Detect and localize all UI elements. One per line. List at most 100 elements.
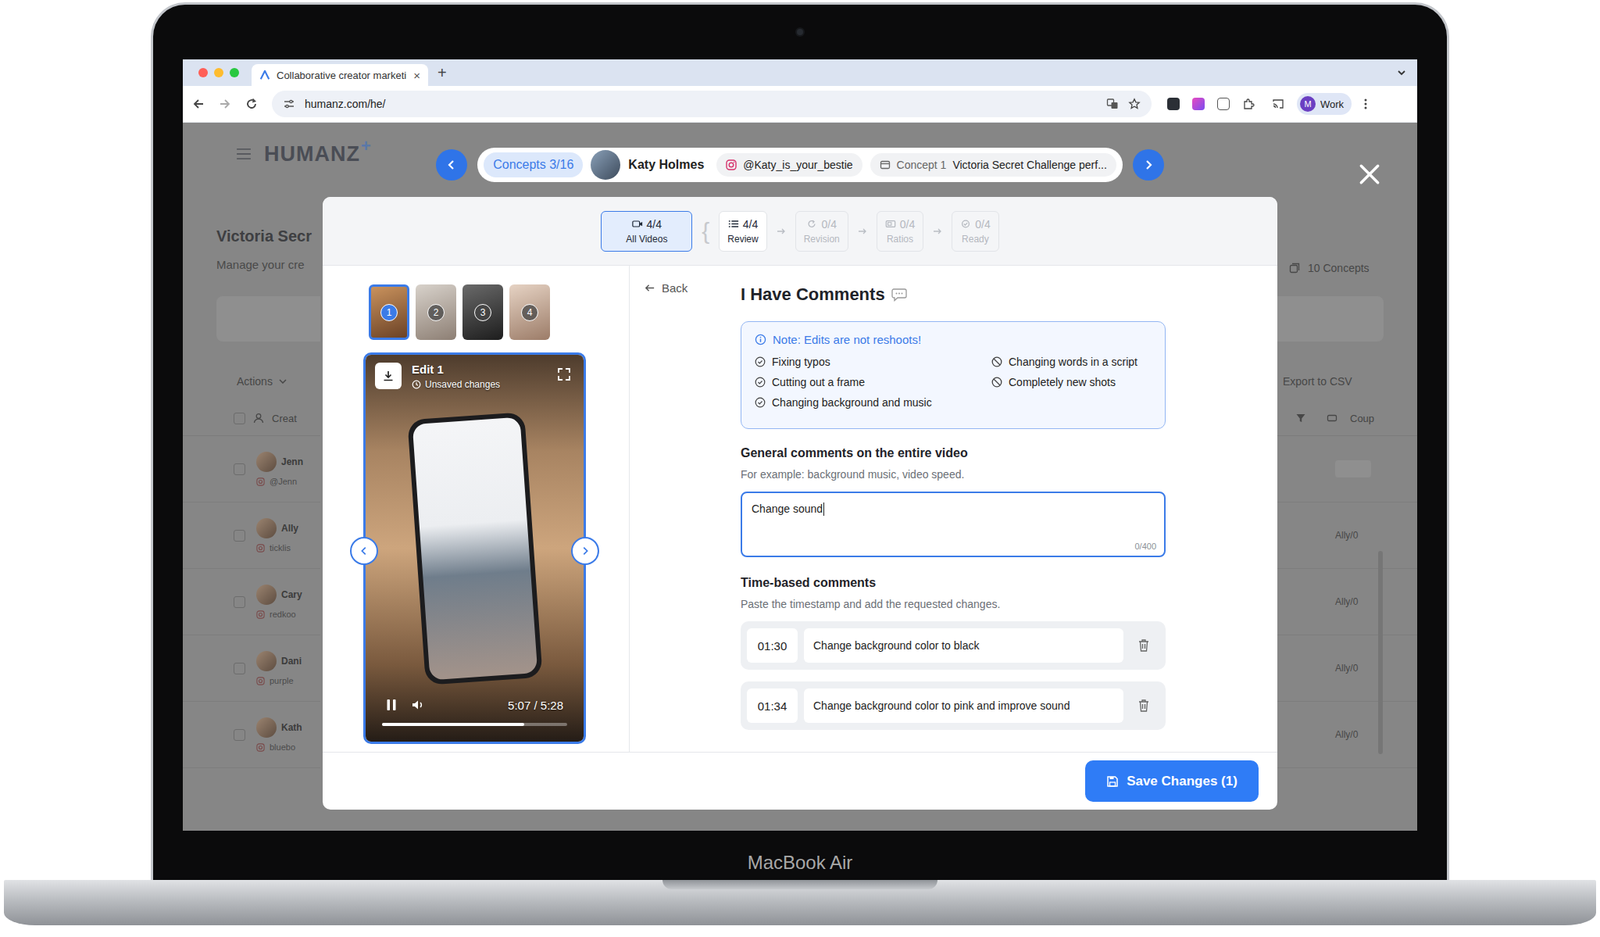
time-comments-hint: Paste the timestamp and add the requeste…: [740, 597, 1166, 611]
comment-field[interactable]: Change background color to black: [803, 628, 1124, 663]
campaign-title: Victoria Secr: [216, 227, 321, 246]
laptop-lid: Collaborative creator marketi × + humanz…: [150, 2, 1450, 880]
humanz-logo[interactable]: HUMANZ+: [264, 142, 372, 167]
pause-icon[interactable]: [384, 697, 399, 712]
ban-icon: [991, 376, 1003, 388]
video-thumbnail[interactable]: 3: [462, 284, 504, 340]
puzzle-extensions-icon[interactable]: [1242, 97, 1255, 111]
creator-row[interactable]: Ally ticklis: [182, 502, 321, 569]
actions-dropdown[interactable]: Actions: [236, 375, 287, 388]
row-checkbox[interactable]: [233, 463, 246, 475]
coupon-cell: Ally/0: [1276, 701, 1418, 768]
back-button[interactable]: Back: [643, 281, 741, 295]
fullscreen-icon[interactable]: [557, 367, 572, 382]
profile-button[interactable]: M Work: [1296, 92, 1352, 115]
extension-icon[interactable]: [1167, 97, 1180, 111]
timestamp-field[interactable]: 01:30: [746, 628, 798, 663]
list-icon: [728, 219, 740, 229]
reload-icon[interactable]: [244, 96, 259, 111]
url-field[interactable]: humanz.com/he/: [271, 90, 1152, 118]
creator-row[interactable]: Kath bluebo: [182, 701, 321, 768]
step-arrow-icon: [932, 227, 943, 236]
speech-bubble-icon: [891, 287, 908, 302]
tab-close[interactable]: ×: [413, 68, 421, 83]
coupon-cell: Ally/0: [1276, 502, 1418, 569]
general-comment-field[interactable]: Change sound 0/400: [740, 491, 1166, 558]
step-tab[interactable]: 0/4 Revision: [795, 210, 849, 252]
scrollbar[interactable]: [1378, 550, 1383, 754]
progress-bar[interactable]: [382, 722, 568, 726]
row-checkbox[interactable]: [233, 529, 246, 542]
row-checkbox[interactable]: [233, 662, 246, 675]
instagram-icon: [256, 676, 265, 686]
download-icon: [382, 369, 395, 383]
allowed-edit: Cutting out a frame: [754, 375, 992, 389]
timestamp-field[interactable]: 01:34: [746, 688, 798, 723]
maximize-window-icon[interactable]: [229, 67, 240, 78]
column-header[interactable]: Creat: [271, 412, 297, 425]
hamburger-menu-icon[interactable]: [235, 147, 252, 161]
creator-row[interactable]: Cary redkoo: [182, 568, 321, 636]
browser-menu-icon[interactable]: [1364, 97, 1368, 111]
page-content: HUMANZ+ Victoria Secr Manage your cre Ac…: [182, 122, 1418, 831]
minimize-window-icon[interactable]: [214, 67, 224, 78]
tab-list-chevron-icon[interactable]: [1395, 66, 1408, 79]
step-tab[interactable]: 4/4 Review: [718, 210, 767, 252]
previous-video-button[interactable]: [350, 536, 379, 565]
video-thumbnail[interactable]: 1: [368, 284, 410, 340]
next-concept-button[interactable]: [1132, 149, 1165, 181]
video-thumbnail[interactable]: 4: [509, 284, 550, 340]
back-arrow-icon[interactable]: [191, 96, 206, 111]
creator-avatar: [256, 717, 277, 738]
extension-icon[interactable]: [1192, 97, 1205, 111]
playback-time: 5:07 / 5:28: [507, 698, 564, 712]
info-icon: [754, 333, 767, 346]
new-tab-button[interactable]: +: [437, 64, 447, 83]
creator-avatar: [256, 451, 277, 472]
forward-arrow-icon[interactable]: [217, 96, 233, 111]
trash-icon[interactable]: [1137, 638, 1150, 653]
video-player[interactable]: Edit 1 Unsaved changes 5:07 / 5:28: [363, 352, 586, 744]
translate-icon[interactable]: [1106, 97, 1119, 111]
filter-icon[interactable]: [1295, 412, 1307, 424]
ban-icon: [991, 356, 1003, 368]
browser-tab[interactable]: Collaborative creator marketi ×: [251, 64, 429, 86]
coupon-cell: [1276, 435, 1418, 503]
next-video-button[interactable]: [571, 536, 600, 565]
creator-row[interactable]: Dani purple: [182, 635, 321, 702]
download-button[interactable]: [375, 362, 402, 390]
close-modal-icon[interactable]: [1357, 161, 1383, 187]
site-settings-icon[interactable]: [282, 97, 296, 111]
cast-icon[interactable]: [1271, 97, 1285, 111]
time-comment-row: 01:30 Change background color to black: [740, 621, 1166, 670]
trash-icon[interactable]: [1137, 698, 1150, 713]
step-tab[interactable]: 0/4 Ratios: [876, 210, 924, 252]
concept-chip: Concept 1 Victoria Secret Challenge perf…: [870, 153, 1117, 177]
creator-row[interactable]: Jenn @Jenn: [182, 435, 321, 503]
step-tab[interactable]: 0/4 Ready: [951, 210, 999, 252]
row-checkbox[interactable]: [233, 596, 246, 608]
video-thumbnail[interactable]: 2: [415, 284, 457, 340]
extension-icon[interactable]: [1217, 97, 1230, 111]
coupon-field[interactable]: [1335, 460, 1372, 478]
volume-icon[interactable]: [410, 697, 425, 712]
previous-concept-button[interactable]: [435, 149, 468, 181]
select-all-checkbox[interactable]: [233, 412, 246, 425]
bookmark-star-icon[interactable]: [1128, 97, 1141, 111]
row-checkbox[interactable]: [233, 728, 246, 741]
save-changes-button[interactable]: Save Changes (1): [1085, 760, 1259, 802]
step-group-bracket: {: [701, 217, 710, 245]
column-header[interactable]: Coup: [1350, 412, 1375, 425]
step-tab[interactable]: 4/4 All Videos: [600, 210, 693, 252]
close-window-icon[interactable]: [198, 67, 208, 78]
instagram-icon: [256, 610, 265, 619]
campaign-subtitle: Manage your cre: [216, 257, 321, 272]
check-circle-icon: [754, 396, 766, 408]
instagram-handle[interactable]: @Katy_is_your_bestie: [716, 153, 862, 177]
laptop-base: [3, 879, 1597, 925]
export-csv-button[interactable]: Export to CSV: [1282, 375, 1353, 388]
comment-field[interactable]: Change background color to pink and impr…: [803, 688, 1124, 723]
screen: Collaborative creator marketi × + humanz…: [182, 59, 1418, 831]
filter-bar: [1276, 296, 1384, 342]
steps-bar: 4/4 All Videos { 4/4 Review 0/4 Revision…: [322, 196, 1278, 266]
